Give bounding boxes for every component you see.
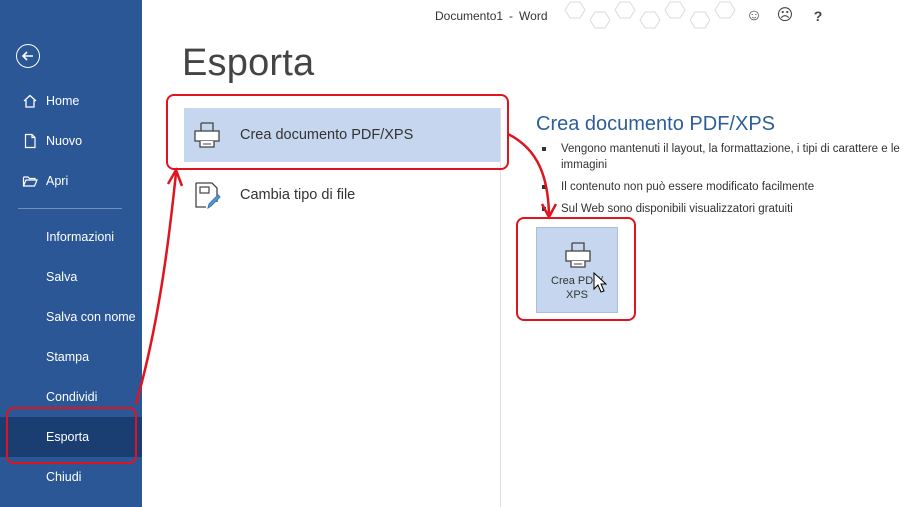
annotation-box-create-button: [516, 217, 636, 321]
page-title: Esporta: [182, 42, 315, 84]
sidebar-item-label: Salva: [46, 270, 78, 284]
sidebar-item-label: Nuovo: [46, 134, 83, 148]
detail-title: Crea documento PDF/XPS: [536, 113, 775, 135]
sidebar-item-info[interactable]: Informazioni: [0, 217, 142, 257]
frown-feedback-icon[interactable]: ☹: [776, 7, 794, 25]
sidebar-item-label: Informazioni: [46, 230, 115, 244]
sidebar-item-label: Home: [46, 94, 80, 108]
sidebar-item-label: Condividi: [46, 390, 98, 404]
sidebar-item-new[interactable]: Nuovo: [0, 121, 142, 161]
sidebar-divider: [18, 208, 122, 209]
new-document-icon: [22, 133, 38, 149]
sidebar-item-save-as[interactable]: Salva con nome: [0, 297, 142, 337]
window-title: Documento1- Word: [435, 9, 548, 23]
sidebar-item-label: Stampa: [46, 350, 90, 364]
sidebar-item-open[interactable]: Apri: [0, 161, 142, 201]
feature-bullet: Il contenuto non può essere modificato f…: [540, 179, 919, 195]
option-label: Cambia tipo di file: [240, 187, 356, 203]
smile-feedback-icon[interactable]: ☺: [745, 7, 763, 25]
feature-bullet: Sul Web sono disponibili visualizzatori …: [540, 201, 919, 217]
sidebar-item-label: Chiudi: [46, 470, 82, 484]
open-folder-icon: [22, 173, 38, 189]
document-name: Documento1: [435, 9, 504, 23]
change-file-type-icon: [192, 180, 222, 210]
feature-bullet: Vengono mantenuti il layout, la formatta…: [540, 141, 919, 173]
home-icon: [22, 93, 38, 109]
option-change-file-type[interactable]: Cambia tipo di file: [184, 168, 500, 222]
sidebar-item-print[interactable]: Stampa: [0, 337, 142, 377]
back-arrow-icon[interactable]: [16, 44, 40, 68]
title-separator: -: [509, 9, 514, 23]
help-icon[interactable]: ?: [809, 7, 827, 25]
annotation-box-export: [6, 407, 137, 464]
title-pattern-decoration: [564, 1, 736, 29]
app-name: Word: [519, 9, 548, 23]
sidebar-item-home[interactable]: Home: [0, 81, 142, 121]
sidebar-item-save[interactable]: Salva: [0, 257, 142, 297]
sidebar-item-label: Salva con nome: [46, 310, 136, 324]
annotation-box-pdf-option: [166, 94, 509, 170]
sidebar-item-label: Apri: [46, 174, 69, 188]
feature-list: Vengono mantenuti il layout, la formatta…: [540, 141, 919, 223]
